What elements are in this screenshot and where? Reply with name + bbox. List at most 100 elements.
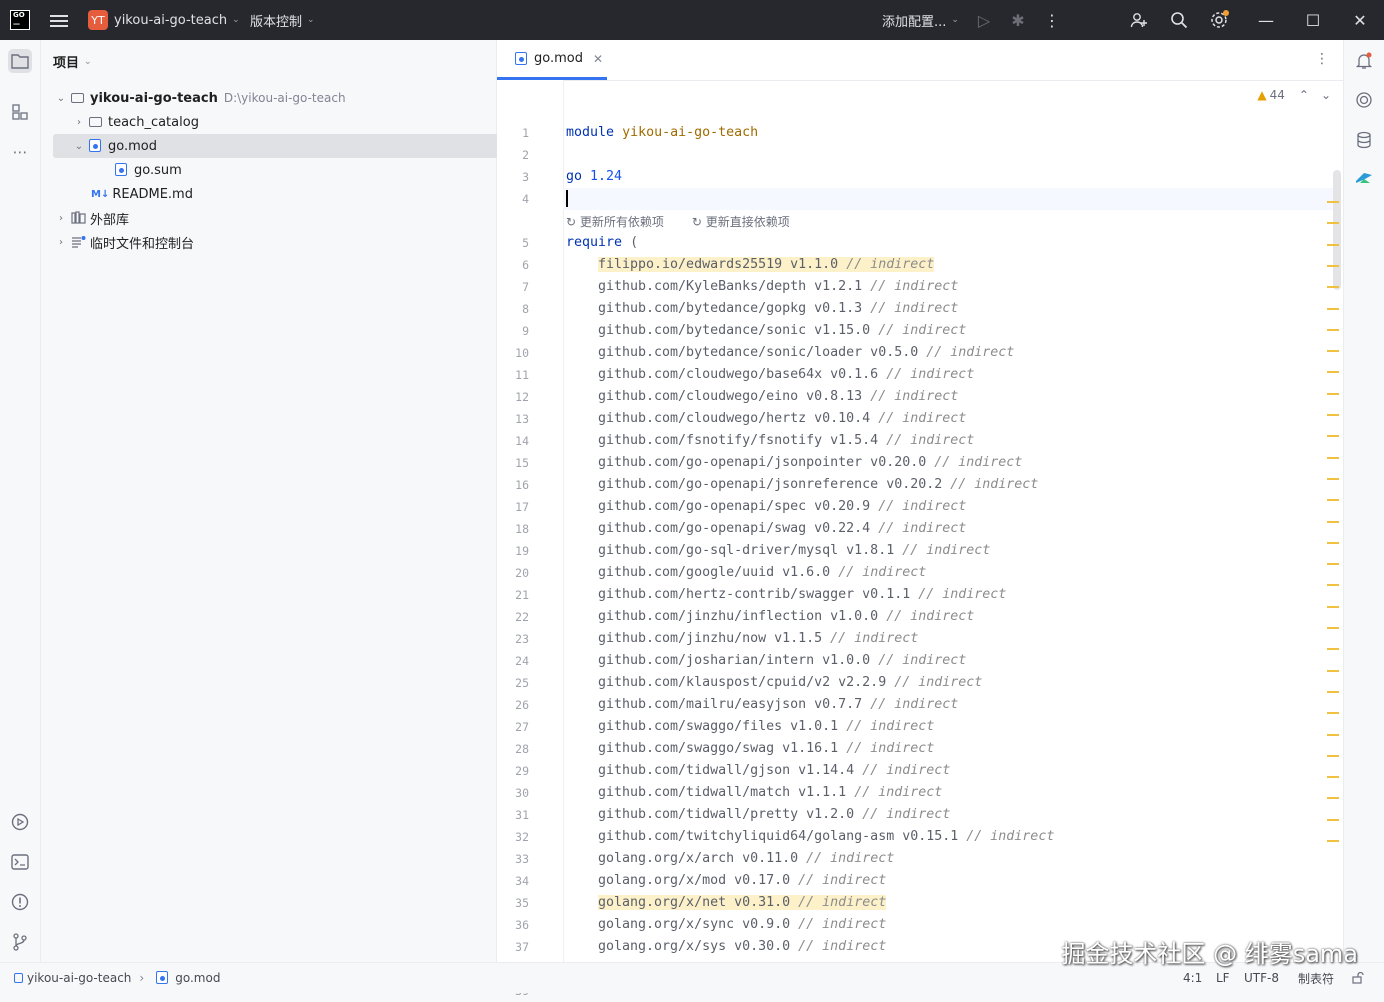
line-number[interactable]: 3 xyxy=(497,166,529,188)
tree-item-scratches[interactable]: › 临时文件和控制台 xyxy=(41,230,510,254)
warning-stripe-mark[interactable] xyxy=(1327,541,1339,544)
more-vertical-icon[interactable]: ⋮ xyxy=(1315,51,1329,67)
chevron-expanded-icon[interactable]: ⌄ xyxy=(55,93,67,104)
warning-stripe-mark[interactable] xyxy=(1327,669,1339,672)
update-direct-deps-link[interactable]: ↻ 更新直接依赖项 xyxy=(692,213,804,230)
project-panel-header[interactable]: 项目 ⌄ xyxy=(53,52,92,71)
line-number[interactable]: 14 xyxy=(497,430,529,452)
chevron-right-icon[interactable]: › xyxy=(55,213,67,224)
warning-stripe-mark[interactable] xyxy=(1327,627,1339,629)
line-number[interactable]: 27 xyxy=(497,716,529,738)
warning-stripe-mark[interactable] xyxy=(1327,605,1339,608)
plugin-bird-icon[interactable] xyxy=(1352,166,1376,190)
warning-stripe-mark[interactable] xyxy=(1327,222,1339,225)
line-number[interactable]: 16 xyxy=(497,474,529,496)
warning-stripe-mark[interactable] xyxy=(1327,414,1339,416)
editor-scrollbar[interactable] xyxy=(1327,100,1341,962)
warning-stripe-mark[interactable] xyxy=(1327,243,1339,246)
line-number[interactable]: 34 xyxy=(497,870,529,892)
ai-assistant-icon[interactable] xyxy=(1352,88,1376,112)
line-number[interactable]: 4 xyxy=(497,188,529,210)
structure-icon[interactable] xyxy=(8,100,32,124)
run-icon[interactable]: ▷ xyxy=(972,8,996,32)
line-number[interactable]: 7 xyxy=(497,276,529,298)
warning-stripe-mark[interactable] xyxy=(1327,350,1339,353)
warning-stripe-mark[interactable] xyxy=(1327,201,1339,203)
warning-stripe-mark[interactable] xyxy=(1327,818,1339,821)
line-number[interactable]: 19 xyxy=(497,540,529,562)
warning-stripe-mark[interactable] xyxy=(1327,648,1339,651)
line-number[interactable]: 26 xyxy=(497,694,529,716)
tree-item-go-mod[interactable]: ⌄ go.mod xyxy=(53,134,516,158)
warning-stripe-mark[interactable] xyxy=(1327,563,1339,566)
warning-stripe-mark[interactable] xyxy=(1327,712,1339,715)
warning-stripe-mark[interactable] xyxy=(1327,797,1339,800)
line-number[interactable]: 9 xyxy=(497,320,529,342)
main-menu-icon[interactable] xyxy=(50,12,68,28)
line-number[interactable]: 6 xyxy=(497,254,529,276)
database-icon[interactable] xyxy=(1352,128,1376,152)
line-number[interactable]: 5 xyxy=(497,232,529,254)
line-number[interactable]: 18 xyxy=(497,518,529,540)
search-icon[interactable] xyxy=(1167,8,1191,32)
warning-stripe-mark[interactable] xyxy=(1327,499,1339,502)
tree-item-readme[interactable]: M↓ README.md xyxy=(41,182,546,206)
line-number[interactable]: 20 xyxy=(497,562,529,584)
line-number[interactable]: 35 xyxy=(497,892,529,914)
settings-gear-icon[interactable] xyxy=(1207,8,1231,32)
line-number[interactable]: 11 xyxy=(497,364,529,386)
warning-stripe-mark[interactable] xyxy=(1327,328,1339,331)
line-number[interactable]: 2 xyxy=(497,144,529,166)
line-number[interactable]: 29 xyxy=(497,760,529,782)
tab-go-mod[interactable]: go.mod ✕ xyxy=(497,40,607,80)
services-icon[interactable] xyxy=(8,810,32,834)
minimize-icon[interactable]: — xyxy=(1254,8,1278,32)
line-number[interactable]: 25 xyxy=(497,672,529,694)
line-number[interactable]: 1 xyxy=(497,122,529,144)
line-number[interactable]: 37 xyxy=(497,936,529,958)
update-all-deps-link[interactable]: ↻ 更新所有依赖项 xyxy=(566,213,678,230)
warning-stripe-mark[interactable] xyxy=(1327,435,1339,438)
line-number[interactable]: 17 xyxy=(497,496,529,518)
warning-stripe-mark[interactable] xyxy=(1327,776,1339,779)
tree-item-teach-catalog[interactable]: › teach_catalog xyxy=(41,110,528,134)
debug-icon[interactable]: ✱ xyxy=(1006,8,1030,32)
tree-item-external-libs[interactable]: › 外部库 xyxy=(41,206,510,230)
terminal-icon[interactable] xyxy=(8,850,32,874)
warning-stripe-mark[interactable] xyxy=(1327,840,1339,842)
project-switcher[interactable]: YT yikou-ai-go-teach ⌄ xyxy=(88,0,240,40)
line-number[interactable]: 28 xyxy=(497,738,529,760)
tree-item-project-root[interactable]: ⌄ yikou-ai-go-teach D:\yikou-ai-go-teach xyxy=(41,86,510,110)
line-number[interactable]: 36 xyxy=(497,914,529,936)
line-number[interactable]: 24 xyxy=(497,650,529,672)
chevron-expanded-icon[interactable]: ⌄ xyxy=(73,141,85,152)
breadcrumb-project[interactable]: yikou-ai-go-teach xyxy=(27,971,131,985)
run-config-selector[interactable]: 添加配置... ⌄ xyxy=(882,0,959,40)
chevron-right-icon[interactable]: › xyxy=(55,237,67,248)
warning-stripe-mark[interactable] xyxy=(1327,477,1339,480)
close-icon[interactable]: ✕ xyxy=(1348,8,1372,32)
notifications-bell-icon[interactable] xyxy=(1352,49,1376,73)
line-number[interactable]: 12 xyxy=(497,386,529,408)
warning-stripe-mark[interactable] xyxy=(1327,307,1339,310)
warning-stripe-mark[interactable] xyxy=(1327,733,1339,736)
breadcrumb-file[interactable]: go.mod xyxy=(175,971,220,985)
chevron-right-icon[interactable]: › xyxy=(73,117,85,128)
warning-stripe-mark[interactable] xyxy=(1327,754,1339,757)
project-folder-icon[interactable] xyxy=(8,49,32,73)
warning-stripe-mark[interactable] xyxy=(1327,520,1339,523)
line-number[interactable]: 22 xyxy=(497,606,529,628)
line-number[interactable]: 10 xyxy=(497,342,529,364)
line-number[interactable]: 8 xyxy=(497,298,529,320)
line-number[interactable]: 13 xyxy=(497,408,529,430)
add-user-icon[interactable] xyxy=(1127,8,1151,32)
warning-stripe-mark[interactable] xyxy=(1327,371,1339,374)
warning-stripe-mark[interactable] xyxy=(1327,456,1339,459)
tree-item-go-sum[interactable]: go.sum xyxy=(41,158,566,182)
line-number[interactable]: 23 xyxy=(497,628,529,650)
vcs-menu[interactable]: 版本控制 ⌄ xyxy=(250,0,315,40)
problems-icon[interactable] xyxy=(8,890,32,914)
warning-stripe-mark[interactable] xyxy=(1327,392,1339,395)
git-branch-icon[interactable] xyxy=(8,930,32,954)
warning-stripe-mark[interactable] xyxy=(1327,286,1339,289)
